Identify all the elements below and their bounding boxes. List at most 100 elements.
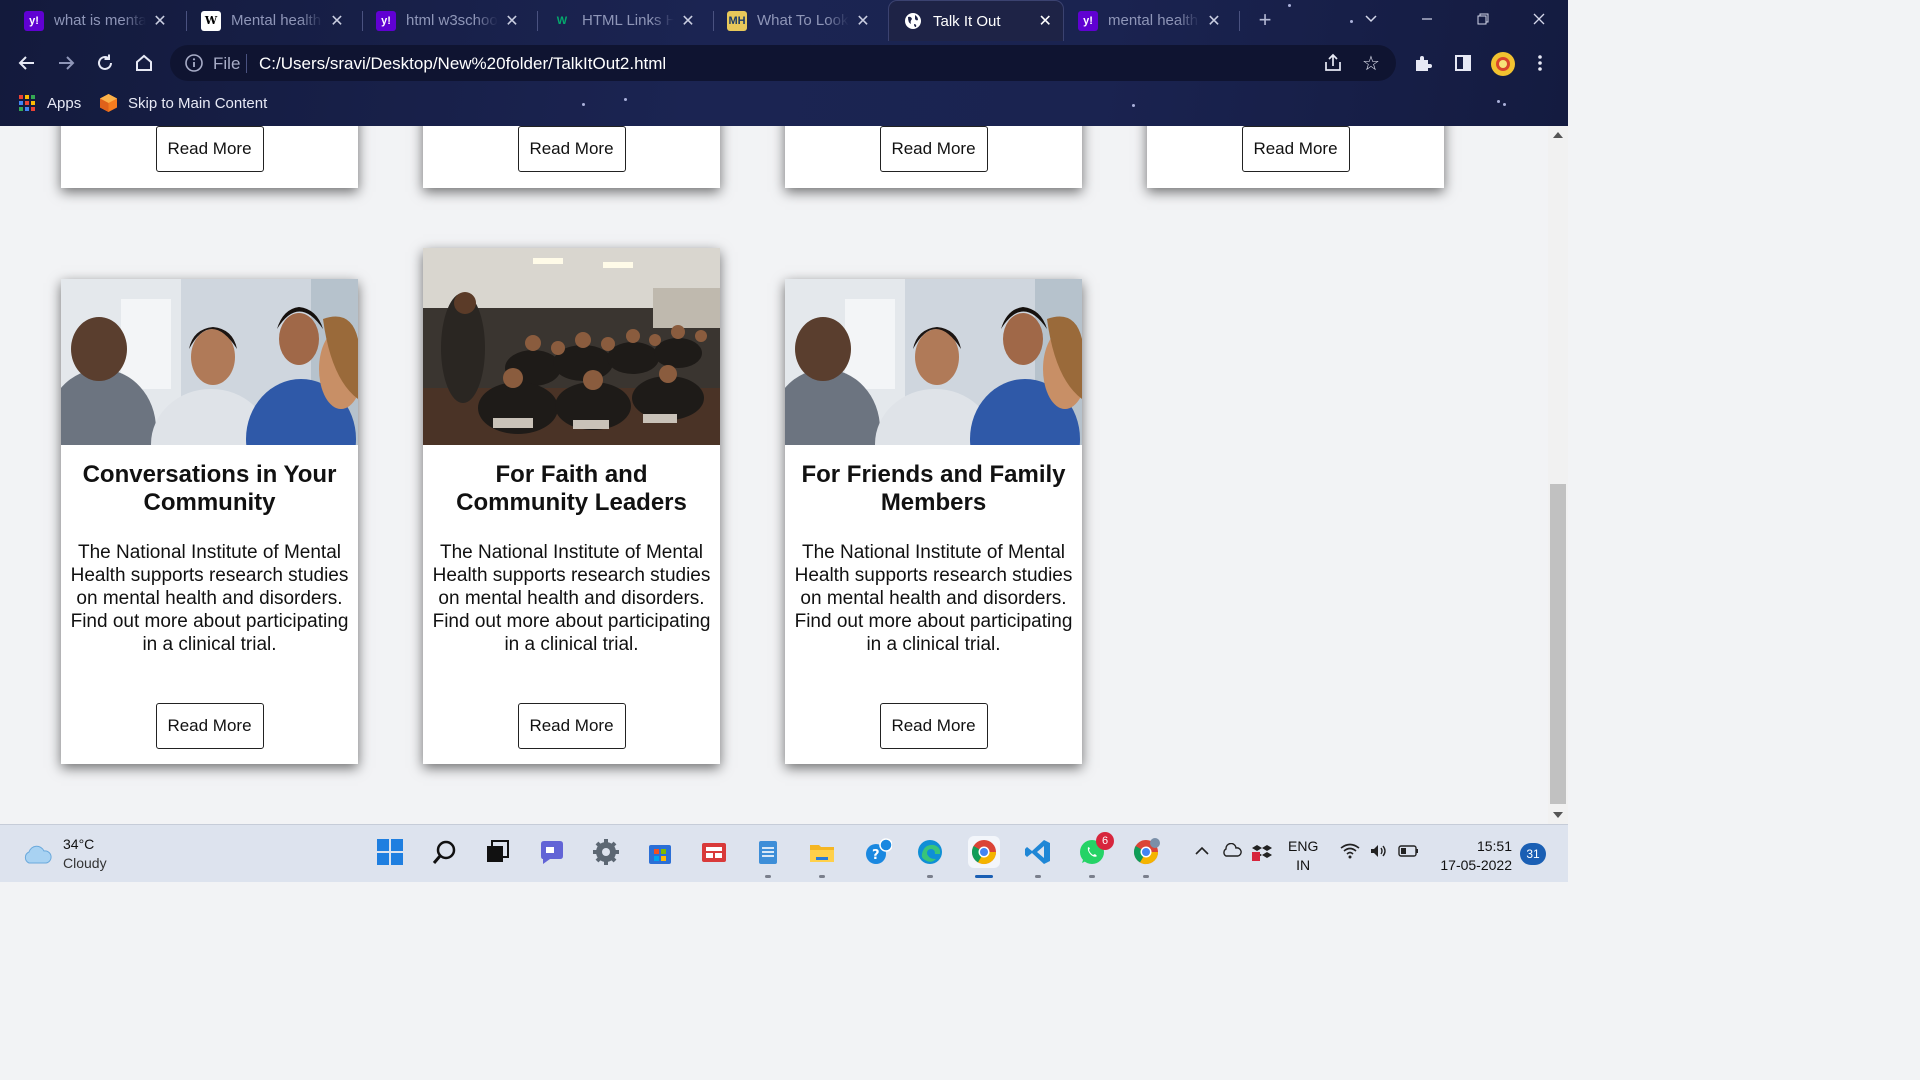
page-viewport: Read More Read More Read More Read More (0, 126, 1548, 824)
tab-strip: y! what is mental ✕ W Mental health ✕ y!… (0, 0, 1568, 41)
notepad-icon[interactable] (752, 836, 784, 868)
search-icon[interactable] (429, 836, 461, 868)
onedrive-icon[interactable] (1222, 842, 1242, 862)
tab-html-links[interactable]: W HTML Links Hy ✕ (528, 0, 713, 41)
wikipedia-icon: W (201, 10, 221, 31)
close-tab-icon[interactable]: ✕ (1037, 11, 1053, 31)
side-panel-icon[interactable] (1451, 51, 1475, 75)
card-description: The National Institute of Mental Health … (70, 542, 349, 655)
running-indicator (975, 875, 993, 878)
scroll-down-icon[interactable] (1553, 812, 1563, 818)
share-icon[interactable] (1322, 52, 1344, 74)
running-indicator (765, 875, 771, 878)
read-more-button[interactable]: Read More (879, 703, 988, 749)
close-tab-icon[interactable]: ✕ (1206, 11, 1222, 31)
cube-icon (99, 93, 118, 113)
read-more-button[interactable]: Read More (879, 126, 988, 172)
whatsapp-icon[interactable]: 6 (1076, 832, 1114, 868)
home-icon[interactable] (132, 51, 156, 75)
weather-condition: Cloudy (63, 855, 107, 871)
wifi-icon[interactable] (1340, 843, 1360, 862)
profile-avatar[interactable] (1490, 51, 1515, 76)
new-tab-icon[interactable]: + (1254, 9, 1276, 31)
running-indicator (1143, 875, 1149, 878)
clock[interactable]: 15:51 17-05-2022 (1430, 837, 1512, 875)
close-tab-icon[interactable]: ✕ (329, 11, 345, 31)
bookmark-star-icon[interactable]: ☆ (1362, 51, 1380, 76)
forward-icon[interactable] (54, 51, 78, 75)
notification-badge: 6 (1096, 832, 1114, 850)
start-icon[interactable] (374, 836, 406, 868)
language-code: ENG (1288, 838, 1319, 854)
news-icon[interactable] (698, 836, 730, 868)
running-indicator (1035, 875, 1041, 878)
browser-chrome: y! what is mental ✕ W Mental health ✕ y!… (0, 0, 1568, 126)
read-more-button[interactable]: Read More (155, 703, 264, 749)
back-icon[interactable] (15, 51, 39, 75)
clock-time: 15:51 (1476, 838, 1512, 854)
tab-talk-it-out[interactable]: Talk It Out ✕ (888, 0, 1064, 41)
tab-title: html w3school (406, 12, 498, 29)
chevron-up-icon[interactable] (1194, 843, 1210, 862)
read-more-button[interactable]: Read More (517, 126, 626, 172)
volume-icon[interactable] (1369, 843, 1389, 862)
yahoo-icon: y! (1078, 10, 1098, 31)
chat-icon[interactable] (536, 836, 568, 868)
scheme-label: File (213, 54, 241, 73)
reload-icon[interactable] (93, 51, 117, 75)
info-icon[interactable] (184, 53, 204, 73)
menu-kebab-icon[interactable] (1528, 51, 1552, 75)
extensions-icon[interactable] (1411, 51, 1435, 75)
close-tab-icon[interactable]: ✕ (855, 11, 871, 31)
close-tab-icon[interactable]: ✕ (680, 11, 696, 31)
file-explorer-icon[interactable] (806, 836, 838, 868)
close-tab-icon[interactable]: ✕ (152, 11, 168, 31)
close-window-icon[interactable] (1524, 6, 1554, 32)
read-more-button[interactable]: Read More (155, 126, 264, 172)
tab-title: What To Look (757, 12, 849, 29)
card-top-3: Read More (785, 126, 1082, 188)
language-indicator[interactable]: ENG IN (1288, 837, 1318, 875)
tab-mental-health-search[interactable]: y! mental health ✕ (1054, 0, 1239, 41)
tab-what-is-mental[interactable]: y! what is mental ✕ (0, 0, 185, 41)
tab-mental-health-wiki[interactable]: W Mental health ✕ (177, 0, 362, 41)
battery-icon[interactable] (1398, 843, 1420, 862)
close-tab-icon[interactable]: ✕ (504, 11, 520, 31)
chrome-canary-icon[interactable] (1130, 836, 1162, 868)
tab-what-to-look[interactable]: MH What To Look ✕ (703, 0, 888, 41)
scrollbar-thumb[interactable] (1550, 484, 1566, 804)
yahoo-icon: y! (376, 10, 396, 31)
vertical-scrollbar[interactable] (1548, 126, 1568, 824)
weather-widget[interactable]: 34°C Cloudy (22, 835, 107, 873)
running-indicator (819, 875, 825, 878)
support-icon[interactable]: ? (862, 836, 894, 868)
chrome-icon[interactable] (968, 836, 1000, 868)
read-more-button[interactable]: Read More (517, 703, 626, 749)
notification-count-badge[interactable]: 31 (1520, 843, 1546, 865)
settings-icon[interactable] (590, 836, 622, 868)
minimize-icon[interactable] (1412, 6, 1442, 32)
bookmark-apps[interactable]: Apps (19, 93, 81, 113)
vscode-icon[interactable] (1022, 836, 1054, 868)
yahoo-icon: y! (24, 10, 44, 31)
store-icon[interactable] (644, 836, 676, 868)
url-text[interactable]: C:/Users/sravi/Desktop/New%20folder/Talk… (259, 54, 666, 74)
running-indicator (1089, 875, 1095, 878)
restore-icon[interactable] (1468, 6, 1498, 32)
tab-html-w3school[interactable]: y! html w3school ✕ (352, 0, 537, 41)
address-bar[interactable]: File C:/Users/sravi/Desktop/New%20folder… (170, 45, 1396, 81)
tab-search-icon[interactable] (1356, 6, 1386, 32)
cloud-icon (22, 843, 52, 865)
card-top-4: Read More (1147, 126, 1444, 188)
card-top-2: Read More (423, 126, 720, 188)
dropbox-icon[interactable] (1252, 843, 1272, 864)
task-view-icon[interactable] (481, 836, 513, 868)
taskbar: 34°C Cloudy ? 6 ENG IN 15:51 17-05-2022 … (0, 824, 1568, 882)
read-more-button[interactable]: Read More (1241, 126, 1350, 172)
tab-divider (1239, 11, 1240, 31)
edge-icon[interactable] (914, 836, 946, 868)
scroll-up-icon[interactable] (1553, 132, 1563, 138)
bookmark-skip-to-main[interactable]: Skip to Main Content (99, 93, 267, 113)
clinic-conversation-photo (785, 279, 1082, 445)
tab-title: Mental health (231, 12, 322, 29)
